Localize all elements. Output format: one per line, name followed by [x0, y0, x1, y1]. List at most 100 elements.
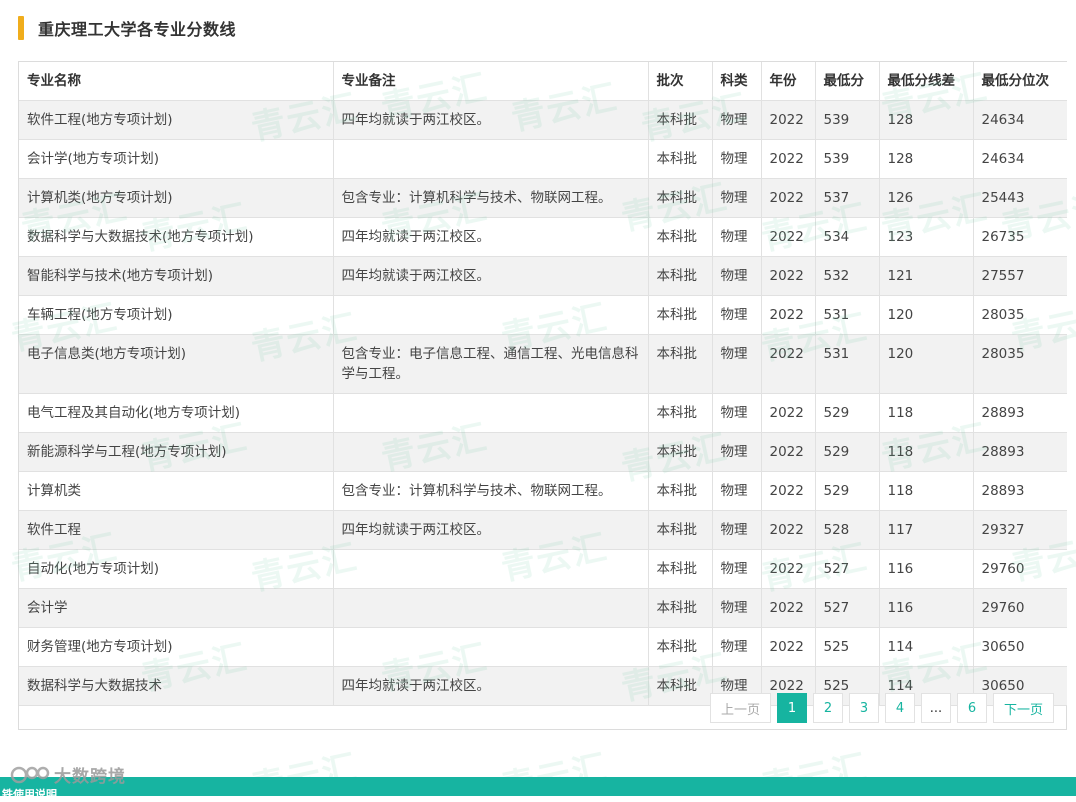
footer-logo: 大数跨境 [10, 762, 126, 787]
cell-rank: 30650 [972, 627, 1067, 667]
cell-batch: 本科批 [647, 666, 713, 706]
cell-subject: 物理 [711, 139, 762, 179]
cell-rank: 26735 [972, 217, 1067, 257]
table-row: 智能科学与技术(地方专项计划) 四年均就读于两江校区。 本科批 物理 2022 532 12… [19, 256, 1067, 296]
cell-subject: 物理 [711, 178, 762, 218]
table-row: 车辆工程(地方专项计划) 本科批 物理 2022 531 120 28035 [19, 295, 1067, 335]
cell-batch: 本科批 [647, 100, 713, 140]
cell-min-score: 525 [814, 627, 880, 667]
cell-note: 四年均就读于两江校区。 [332, 256, 649, 296]
cell-year: 2022 [760, 217, 816, 257]
cell-major: 车辆工程(地方专项计划) [19, 295, 334, 335]
cell-rank: 24634 [972, 100, 1067, 140]
cell-min-score: 532 [814, 256, 880, 296]
cell-note [332, 393, 649, 433]
cell-min-score: 531 [814, 334, 880, 394]
cell-min-score: 531 [814, 295, 880, 335]
cell-note: 包含专业：电子信息工程、通信工程、光电信息科学与工程。 [332, 334, 649, 394]
cell-batch: 本科批 [647, 393, 713, 433]
page-button-1[interactable]: 1 [776, 693, 807, 723]
cell-batch: 本科批 [647, 471, 713, 511]
cell-year: 2022 [760, 334, 816, 394]
page-ellipsis: ... [920, 693, 951, 723]
col-header-batch: 批次 [647, 62, 713, 101]
cell-rank: 28893 [972, 471, 1067, 511]
cell-batch: 本科批 [647, 627, 713, 667]
next-page-button[interactable]: 下一页 [992, 693, 1054, 723]
cell-score-diff: 120 [878, 334, 974, 394]
cell-score-diff: 114 [878, 627, 974, 667]
cell-year: 2022 [760, 627, 816, 667]
page-button-3[interactable]: 3 [848, 693, 879, 723]
bottom-banner-text: 铁使用说明 [2, 788, 57, 801]
table-row: 软件工程(地方专项计划) 四年均就读于两江校区。 本科批 物理 2022 539 128 24… [19, 100, 1067, 140]
cell-score-diff: 128 [878, 139, 974, 179]
cell-subject: 物理 [711, 256, 762, 296]
page-title: 重庆理工大学各专业分数线 [38, 20, 237, 39]
cell-note: 四年均就读于两江校区。 [332, 510, 649, 550]
table-row: 软件工程 四年均就读于两江校区。 本科批 物理 2022 528 117 29327 [19, 510, 1067, 550]
bottom-banner [0, 777, 1076, 796]
cell-score-diff: 116 [878, 549, 974, 589]
cell-note [332, 432, 649, 472]
cell-year: 2022 [760, 432, 816, 472]
cell-rank: 24634 [972, 139, 1067, 179]
table-row: 会计学 本科批 物理 2022 527 116 29760 [19, 588, 1067, 628]
table-row: 计算机类 包含专业：计算机科学与技术、物联网工程。 本科批 物理 2022 529 118 2… [19, 471, 1067, 511]
cell-subject: 物理 [711, 627, 762, 667]
cell-subject: 物理 [711, 588, 762, 628]
cell-year: 2022 [760, 588, 816, 628]
cell-batch: 本科批 [647, 588, 713, 628]
cell-year: 2022 [760, 471, 816, 511]
cell-score-diff: 123 [878, 217, 974, 257]
prev-page-button[interactable]: 上一页 [709, 693, 771, 723]
cell-major: 电气工程及其自动化(地方专项计划) [19, 393, 334, 433]
title-accent-bar [18, 16, 24, 40]
cell-subject: 物理 [711, 217, 762, 257]
page-button-2[interactable]: 2 [812, 693, 843, 723]
logo-icon [10, 766, 50, 783]
pagination: 上一页 1 2 3 4 ... 6 下一页 [709, 693, 1054, 723]
cell-score-diff: 126 [878, 178, 974, 218]
cell-min-score: 529 [814, 393, 880, 433]
table-row: 新能源科学与工程(地方专项计划) 本科批 物理 2022 529 118 28893 [19, 432, 1067, 472]
cell-score-diff: 118 [878, 432, 974, 472]
cell-note [332, 295, 649, 335]
cell-score-diff: 118 [878, 393, 974, 433]
cell-major: 计算机类 [19, 471, 334, 511]
cell-year: 2022 [760, 510, 816, 550]
cell-score-diff: 118 [878, 471, 974, 511]
cell-year: 2022 [760, 178, 816, 218]
page-button-last[interactable]: 6 [956, 693, 987, 723]
cell-score-diff: 128 [878, 100, 974, 140]
cell-subject: 物理 [711, 334, 762, 394]
cell-rank: 28035 [972, 295, 1067, 335]
col-header-rank: 最低分位次 [972, 62, 1067, 101]
cell-major: 数据科学与大数据技术(地方专项计划) [19, 217, 334, 257]
table-row: 自动化(地方专项计划) 本科批 物理 2022 527 116 29760 [19, 549, 1067, 589]
table-row: 计算机类(地方专项计划) 包含专业：计算机科学与技术、物联网工程。 本科批 物理 202… [19, 178, 1067, 218]
cell-year: 2022 [760, 100, 816, 140]
cell-batch: 本科批 [647, 217, 713, 257]
cell-major: 电子信息类(地方专项计划) [19, 334, 334, 394]
cell-year: 2022 [760, 256, 816, 296]
cell-subject: 物理 [711, 100, 762, 140]
cell-major: 新能源科学与工程(地方专项计划) [19, 432, 334, 472]
cell-major: 会计学 [19, 588, 334, 628]
logo-text: 大数跨境 [54, 767, 126, 787]
cell-major: 会计学(地方专项计划) [19, 139, 334, 179]
cell-major: 财务管理(地方专项计划) [19, 627, 334, 667]
cell-note: 四年均就读于两江校区。 [332, 666, 649, 706]
cell-score-diff: 120 [878, 295, 974, 335]
col-header-note: 专业备注 [332, 62, 649, 101]
cell-min-score: 529 [814, 471, 880, 511]
cell-subject: 物理 [711, 432, 762, 472]
cell-year: 2022 [760, 549, 816, 589]
cell-batch: 本科批 [647, 256, 713, 296]
table-row: 会计学(地方专项计划) 本科批 物理 2022 539 128 24634 [19, 139, 1067, 179]
cell-subject: 物理 [711, 510, 762, 550]
table-row: 电气工程及其自动化(地方专项计划) 本科批 物理 2022 529 118 28893 [19, 393, 1067, 433]
cell-year: 2022 [760, 139, 816, 179]
page-button-4[interactable]: 4 [884, 693, 915, 723]
col-header-major: 专业名称 [19, 62, 334, 101]
